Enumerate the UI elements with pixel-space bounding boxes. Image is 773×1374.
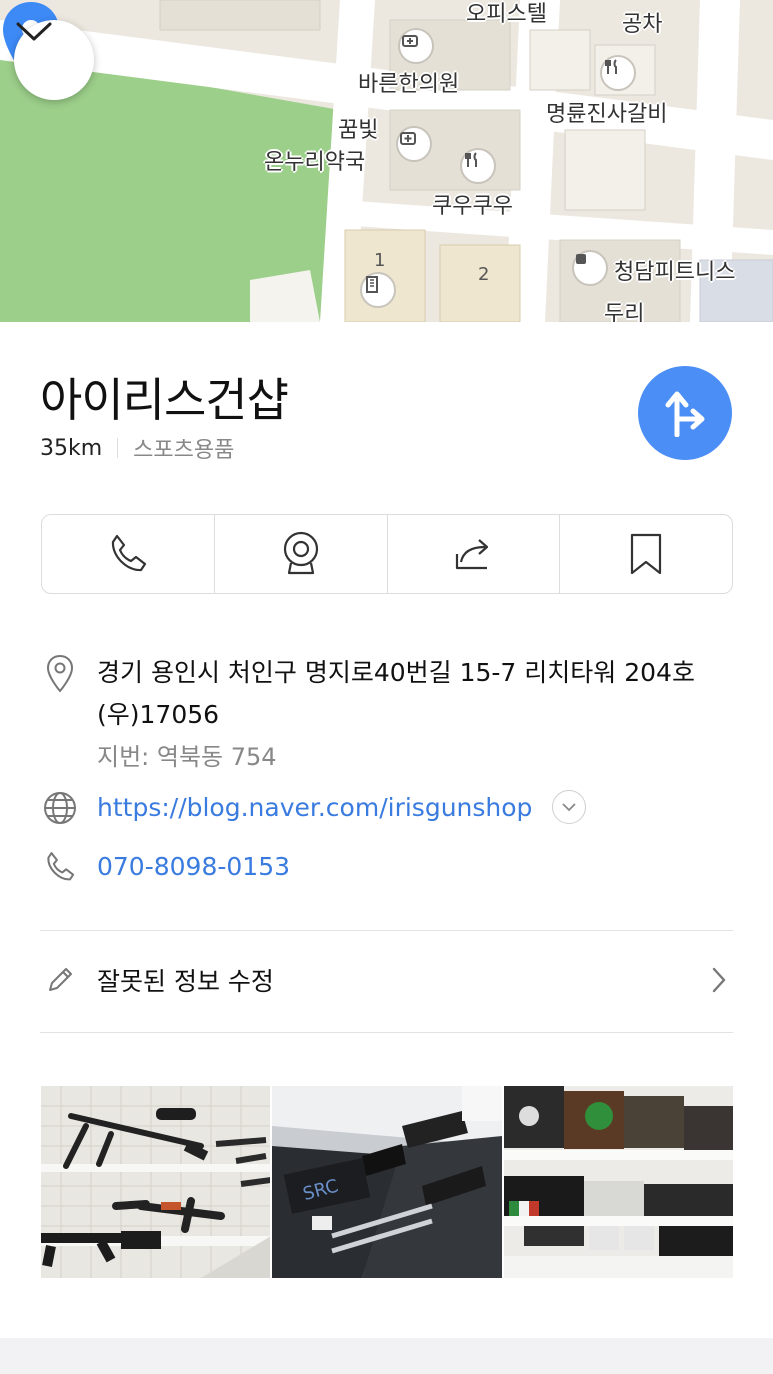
restaurant-poi-icon[interactable] (600, 55, 636, 91)
phone-row: 070-8098-0153 (40, 846, 290, 888)
phone-icon (111, 534, 146, 572)
category-label: 스포츠용품 (133, 438, 235, 463)
place-meta: 35km 스포츠용품 (40, 432, 234, 464)
building-number: 1 (374, 250, 386, 271)
jibun-address: 지번: 역북동 754 (97, 743, 277, 771)
website-link[interactable]: https://blog.naver.com/irisgunshop (97, 793, 532, 822)
bottom-section-separator (0, 1338, 773, 1374)
place-title: 아이리스건샵 (40, 373, 289, 427)
pencil-icon (49, 968, 72, 991)
report-incorrect-info-row[interactable]: 잘못된 정보 수정 (40, 940, 733, 1020)
phone-icon (47, 852, 75, 881)
map-label: 쿠우쿠우 (432, 194, 513, 219)
location-pin-icon (46, 654, 74, 693)
building-poi-icon[interactable] (360, 272, 396, 308)
place-detail-sheet: 아이리스건샵 35km 스포츠용품 경기 용인시 처인구 명지로40번길 15-… (0, 322, 773, 1374)
share-icon (456, 539, 489, 570)
map-label: 청담피트니스 (614, 260, 736, 285)
hospital-poi-icon[interactable] (398, 28, 434, 64)
directions-icon (665, 391, 705, 437)
divider (40, 930, 733, 931)
chevron-down-icon (16, 22, 52, 41)
save-button[interactable] (560, 515, 732, 593)
map-label: 두리 (604, 302, 645, 322)
globe-icon (44, 792, 76, 824)
map-label: 공차 (622, 12, 663, 37)
meta-divider (117, 438, 119, 458)
fitness-poi-icon[interactable] (572, 250, 608, 286)
photo-gallery: SRC (41, 1086, 733, 1278)
map-label: 꿈빛 (338, 118, 379, 143)
restaurant-poi-icon[interactable] (460, 148, 496, 184)
collapse-button[interactable] (14, 20, 94, 100)
camera-360-icon (283, 531, 318, 575)
map-view[interactable]: 오피스텔 공차 바른한의원 명륜진사갈비 꿈빛 온누리약국 쿠우쿠우 청담피트니… (0, 0, 773, 322)
website-row: https://blog.naver.com/irisgunshop (40, 787, 587, 829)
map-label: 온누리약국 (264, 150, 366, 175)
address-text[interactable]: 경기 용인시 처인구 명지로40번길 15-7 리치타워 204호 (우)170… (97, 652, 732, 736)
photo-thumbnail[interactable] (503, 1086, 733, 1278)
building-number: 2 (478, 264, 490, 285)
divider (40, 1032, 733, 1033)
share-button[interactable] (388, 515, 561, 593)
report-incorrect-info-label: 잘못된 정보 수정 (97, 967, 274, 996)
store-photo-boxes-shelf (503, 1086, 733, 1278)
distance-label: 35km (40, 435, 103, 461)
streetview-button[interactable] (215, 515, 388, 593)
pharmacy-poi-icon[interactable] (396, 126, 432, 162)
store-photo-pistols-case: SRC (272, 1086, 502, 1278)
address-row: 경기 용인시 처인구 명지로40번길 15-7 리치타워 204호 (우)170… (40, 652, 732, 778)
map-label: 바른한의원 (358, 72, 460, 97)
map-label: 명륜진사갈비 (546, 102, 668, 127)
bookmark-icon (631, 533, 662, 575)
call-button[interactable] (42, 515, 215, 593)
action-bar (41, 514, 733, 594)
photo-thumbnail[interactable]: SRC (272, 1086, 502, 1278)
chevron-down-icon (562, 802, 577, 811)
phone-number-link[interactable]: 070-8098-0153 (97, 852, 290, 881)
map-label: 오피스텔 (466, 2, 547, 27)
directions-button[interactable] (638, 366, 732, 460)
chevron-right-icon (712, 967, 726, 993)
store-photo-rifles-wall (41, 1086, 271, 1278)
photo-thumbnail[interactable] (41, 1086, 271, 1278)
expand-urls-button[interactable] (552, 790, 587, 824)
